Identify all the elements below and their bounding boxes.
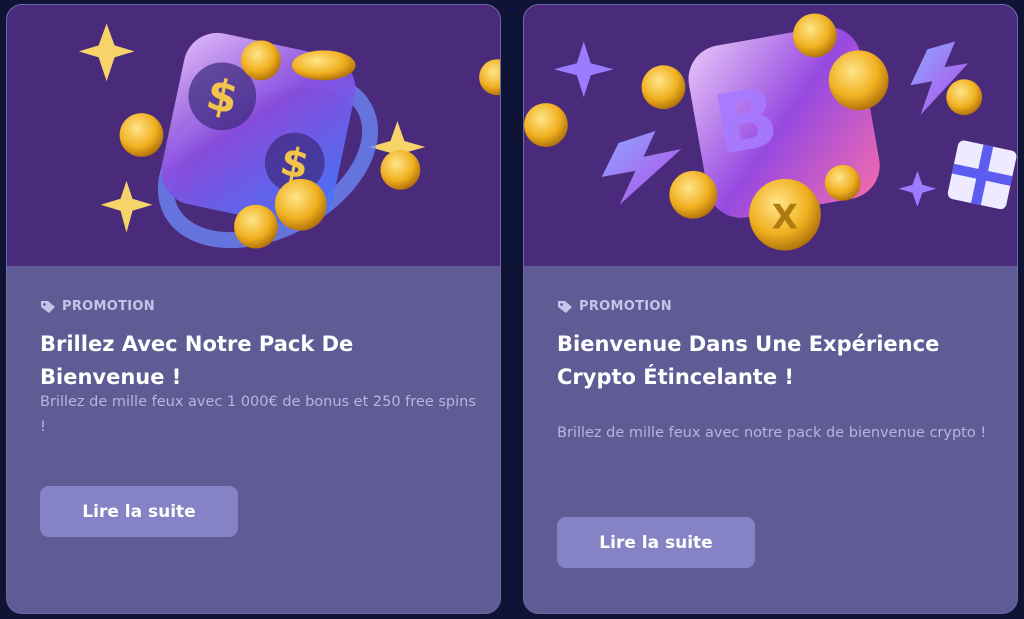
dice-dollar-icon: $ $ <box>78 23 500 249</box>
read-more-button[interactable]: Lire la suite <box>40 486 238 537</box>
promo-tag: PROMOTION <box>40 299 155 314</box>
promo-card[interactable]: B X PROMOTION Bienvenue Dans Une Expérie… <box>523 4 1018 614</box>
dice-bitcoin-icon: B X <box>524 13 1017 251</box>
svg-text:X: X <box>772 198 798 237</box>
promotions-list: $ $ PROMOTION Brillez Avec Notre Pack De… <box>0 0 1024 619</box>
promo-tag-label: PROMOTION <box>62 299 155 314</box>
tag-icon <box>41 300 55 313</box>
promo-description: Brillez de mille feux avec notre pack de… <box>557 425 987 441</box>
promo-hero-image: B X <box>524 5 1017 266</box>
tag-icon <box>558 300 572 313</box>
promo-title: Brillez Avec Notre Pack De Bienvenue ! <box>40 332 354 389</box>
promo-description: Brillez de mille feux avec 1 000€ de bon… <box>40 394 476 435</box>
read-more-button[interactable]: Lire la suite <box>557 517 755 568</box>
promo-tag: PROMOTION <box>557 299 672 314</box>
promo-hero-image: $ $ <box>7 5 500 266</box>
promo-card[interactable]: $ $ PROMOTION Brillez Avec Notre Pack De… <box>6 4 501 614</box>
promo-tag-label: PROMOTION <box>579 299 672 314</box>
promo-title: Bienvenue Dans Une Expérience Crypto Éti… <box>557 332 940 389</box>
